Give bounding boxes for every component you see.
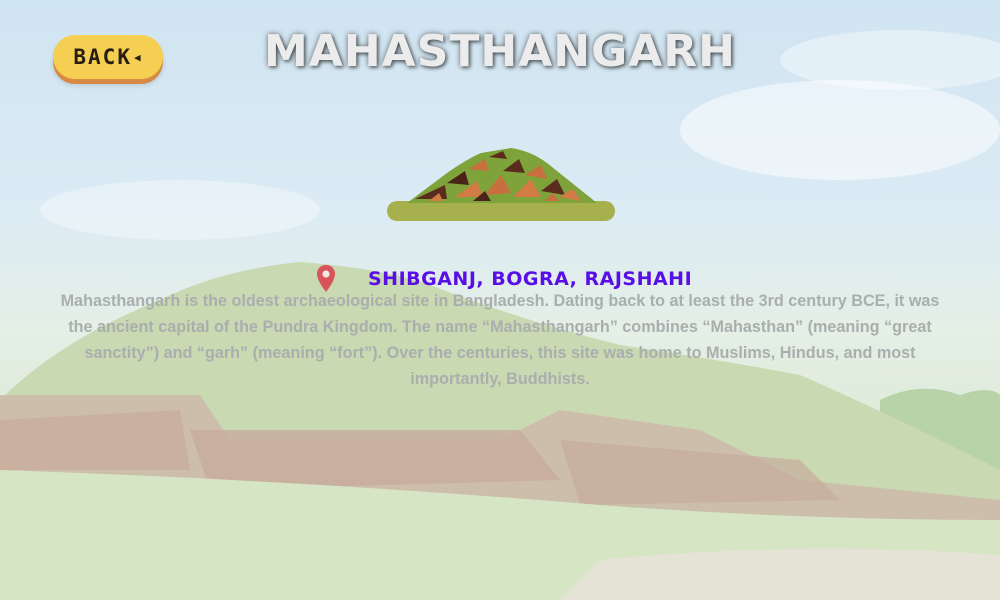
mound-illustration	[387, 148, 615, 221]
page-title: MAHASTHANGARH	[264, 26, 736, 77]
location-text: SHIBGANJ, BOGRA, RAJSHAHI	[368, 268, 693, 290]
site-description: Mahasthangarh is the oldest archaeologic…	[60, 292, 940, 388]
